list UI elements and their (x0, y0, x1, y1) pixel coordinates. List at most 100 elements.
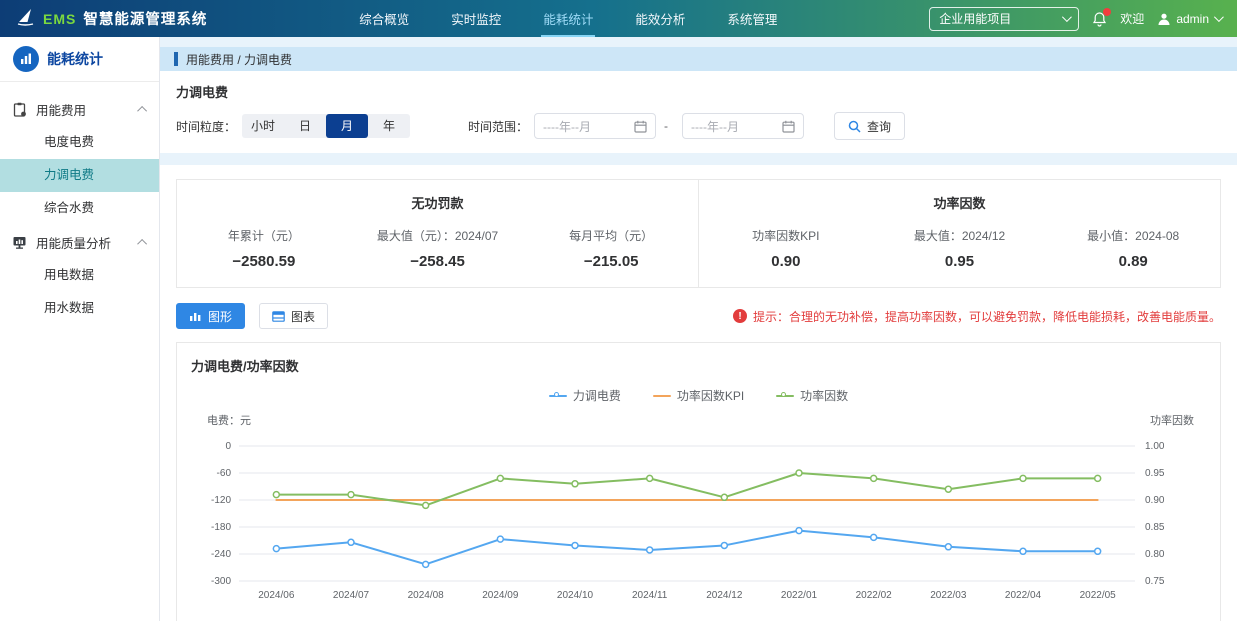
svg-text:2024/12: 2024/12 (706, 590, 743, 601)
legend-item-lidiao-fee[interactable]: 力调电费 (549, 387, 621, 404)
sidebar-menu: 用能费用 电度电费 力调电费 综合水费 用能质量分析 用电数据 用水数据 (0, 82, 159, 325)
start-date-input[interactable]: ----年--月 (534, 113, 656, 139)
header-right: 企业用能项目 欢迎 admin (929, 7, 1221, 31)
end-date-placeholder: ----年--月 (691, 118, 739, 135)
svg-text:1.00: 1.00 (1145, 441, 1165, 452)
stat-annual-total: 年累计（元） −2580.59 (177, 227, 351, 270)
chart-card: 力调电费/功率因数 力调电费 功率因数KPI 功率因数 (176, 342, 1221, 621)
granularity-hour[interactable]: 小时 (242, 114, 284, 138)
svg-text:2024/11: 2024/11 (632, 590, 668, 601)
svg-text:2022/01: 2022/01 (781, 590, 818, 601)
svg-text:0: 0 (225, 441, 231, 452)
user-menu[interactable]: admin (1157, 12, 1221, 26)
bar-chart-icon (189, 310, 202, 322)
sidebar-item-electricity-fee[interactable]: 电度电费 (0, 126, 159, 159)
sidebar-header: 能耗统计 (0, 37, 159, 82)
sidebar-group-quality-analysis[interactable]: 用能质量分析 (0, 225, 159, 259)
svg-text:-300: -300 (211, 576, 231, 587)
svg-text:0.80: 0.80 (1145, 549, 1165, 560)
svg-text:0.95: 0.95 (1145, 468, 1165, 479)
start-date-placeholder: ----年--月 (543, 118, 591, 135)
sidebar-item-water-data[interactable]: 用水数据 (0, 292, 159, 325)
sidebar-item-water-fee[interactable]: 综合水费 (0, 192, 159, 225)
svg-text:2024/09: 2024/09 (482, 590, 519, 601)
svg-text:-120: -120 (211, 495, 231, 506)
content-area: 用能费用 / 力调电费 力调电费 时间粒度： 小时 日 月 年 时间范围： --… (160, 37, 1237, 621)
user-icon (1157, 12, 1171, 26)
granularity-day[interactable]: 日 (284, 114, 326, 138)
power-factor-section: 功率因数 功率因数KPI 0.90 最大值：2024/12 0.95 最小值：2… (698, 180, 1220, 287)
nav-item-efficiency-analysis[interactable]: 能效分析 (633, 0, 687, 37)
app-header: EMS 智慧能源管理系统 综合概览 实时监控 能耗统计 能效分析 系统管理 企业… (0, 0, 1237, 37)
welcome-text: 欢迎 (1120, 10, 1144, 27)
nav-item-realtime-monitor[interactable]: 实时监控 (449, 0, 503, 37)
line-chart: 01.00-600.95-1200.90-1800.85-2400.80-300… (191, 432, 1206, 606)
nav-item-overview[interactable]: 综合概览 (357, 0, 411, 37)
stats-card: 无功罚款 年累计（元） −2580.59 最大值（元）：2024/07 −258… (176, 179, 1221, 288)
stat-power-factor-min: 最小值：2024-08 0.89 (1046, 227, 1220, 270)
sidebar-group-energy-cost[interactable]: 用能费用 (0, 92, 159, 126)
query-button[interactable]: 查询 (834, 112, 905, 140)
chart-legend: 力调电费 功率因数KPI 功率因数 (191, 387, 1206, 404)
sidebar-item-electricity-data[interactable]: 用电数据 (0, 259, 159, 292)
filter-panel: 力调电费 时间粒度： 小时 日 月 年 时间范围： ----年--月 - ---… (160, 71, 1237, 153)
view-table-button[interactable]: 图表 (259, 303, 328, 329)
svg-text:0.85: 0.85 (1145, 522, 1165, 533)
tip-notice: ! 提示：合理的无功补偿，提高功率因数，可以避免罚款，降低电能损耗，改善电能质量… (733, 308, 1221, 325)
energy-stats-module-icon (13, 46, 39, 72)
monitor-chart-icon (12, 235, 27, 250)
table-icon (272, 311, 285, 322)
top-nav: 综合概览 实时监控 能耗统计 能效分析 系统管理 (357, 0, 779, 37)
notification-bell-icon[interactable] (1092, 11, 1107, 27)
calendar-icon (634, 120, 647, 133)
nav-item-system-management[interactable]: 系统管理 (725, 0, 779, 37)
app-title: 智慧能源管理系统 (83, 8, 207, 29)
granularity-month[interactable]: 月 (326, 114, 368, 138)
left-axis-name: 电费：元 (207, 412, 251, 428)
chevron-down-icon (1062, 12, 1072, 22)
svg-text:2022/04: 2022/04 (1005, 590, 1042, 601)
view-graph-button[interactable]: 图形 (176, 303, 245, 329)
logo-icon (16, 7, 36, 30)
legend-item-power-factor[interactable]: 功率因数 (776, 387, 848, 404)
logo-text: EMS (43, 11, 76, 27)
brand: EMS 智慧能源管理系统 (16, 7, 207, 30)
reactive-penalty-section: 无功罚款 年累计（元） −2580.59 最大值（元）：2024/07 −258… (177, 180, 698, 287)
calendar-icon (782, 120, 795, 133)
stat-power-factor-max: 最大值：2024/12 0.95 (873, 227, 1047, 270)
nav-item-energy-stats[interactable]: 能耗统计 (541, 0, 595, 37)
stat-monthly-average: 每月平均（元） −215.05 (524, 227, 698, 270)
svg-text:2022/02: 2022/02 (856, 590, 893, 601)
svg-text:2022/05: 2022/05 (1080, 590, 1117, 601)
range-label: 时间范围： (468, 118, 528, 135)
granularity-label: 时间粒度： (176, 118, 236, 135)
breadcrumb: 用能费用 / 力调电费 (160, 47, 1237, 71)
chevron-down-icon (1214, 12, 1224, 22)
range-separator: - (664, 119, 668, 133)
sidebar-title: 能耗统计 (47, 49, 103, 69)
stat-max-penalty: 最大值（元）：2024/07 −258.45 (351, 227, 525, 270)
svg-text:2024/08: 2024/08 (408, 590, 445, 601)
svg-text:2022/03: 2022/03 (930, 590, 967, 601)
svg-text:2024/06: 2024/06 (258, 590, 295, 601)
end-date-input[interactable]: ----年--月 (682, 113, 804, 139)
granularity-segment: 小时 日 月 年 (242, 114, 410, 138)
breadcrumb-bar (174, 52, 178, 66)
page-title: 力调电费 (176, 82, 1221, 101)
view-toggle-row: 图形 图表 ! 提示：合理的无功补偿，提高功率因数，可以避免罚款，降低电能损耗，… (176, 303, 1221, 329)
svg-text:0.90: 0.90 (1145, 495, 1165, 506)
right-axis-name: 功率因数 (1150, 412, 1194, 428)
legend-item-power-factor-kpi[interactable]: 功率因数KPI (653, 387, 744, 404)
project-select[interactable]: 企业用能项目 (929, 7, 1079, 31)
svg-text:-180: -180 (211, 522, 231, 533)
svg-text:-240: -240 (211, 549, 231, 560)
stat-power-factor-kpi: 功率因数KPI 0.90 (699, 227, 873, 270)
notification-badge (1103, 8, 1111, 16)
chevron-up-icon (137, 238, 147, 248)
chart-title: 力调电费/功率因数 (191, 356, 1206, 375)
granularity-year[interactable]: 年 (368, 114, 410, 138)
clipboard-icon (12, 102, 27, 117)
main-panel: 无功罚款 年累计（元） −2580.59 最大值（元）：2024/07 −258… (160, 165, 1237, 621)
sidebar-item-power-factor-fee[interactable]: 力调电费 (0, 159, 159, 192)
svg-text:0.75: 0.75 (1145, 576, 1165, 587)
